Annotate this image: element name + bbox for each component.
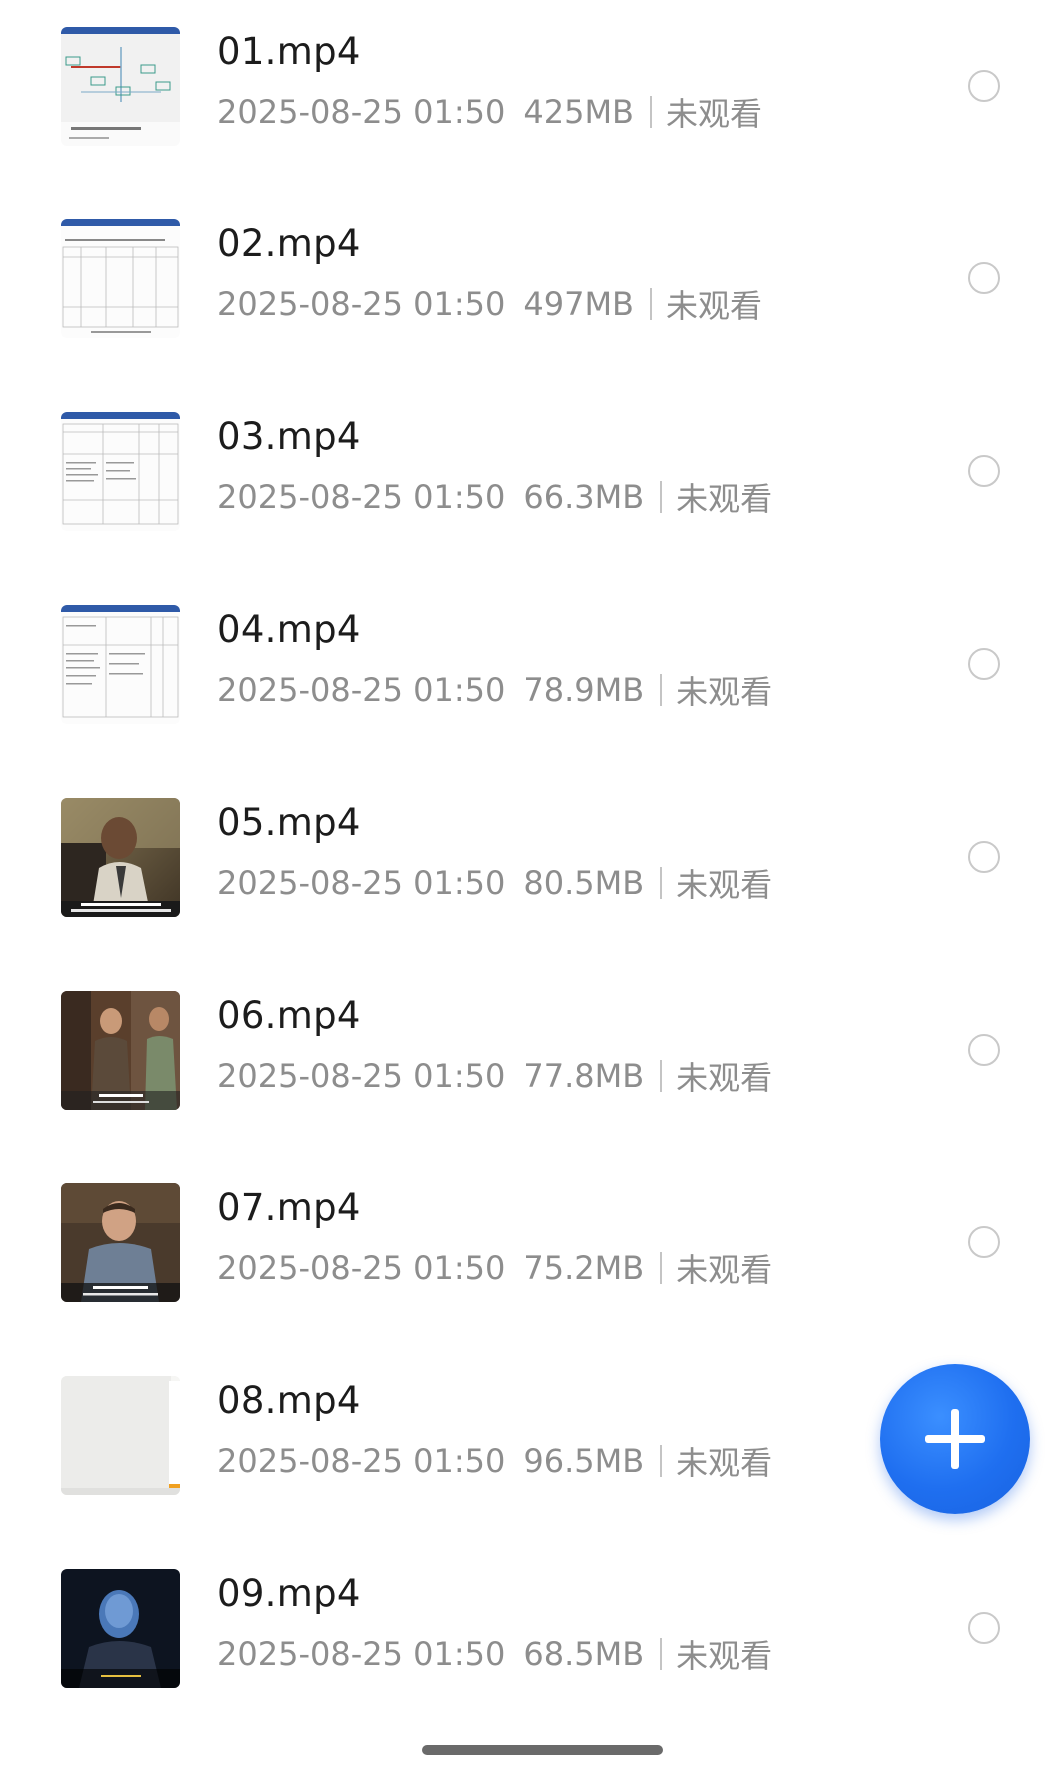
watch-status: 未观看	[676, 480, 773, 518]
meta-divider	[660, 1252, 663, 1284]
select-radio[interactable]	[968, 841, 1000, 873]
watch-status: 未观看	[676, 1444, 773, 1482]
file-meta: 2025-08-25 01:50 78.9MB 未观看	[217, 667, 772, 713]
file-size: 96.5MB	[523, 1442, 645, 1480]
select-radio[interactable]	[968, 648, 1000, 680]
home-indicator[interactable]	[422, 1745, 663, 1755]
file-meta: 2025-08-25 01:50 80.5MB 未观看	[217, 860, 772, 906]
file-meta: 2025-08-25 01:50 96.5MB 未观看	[217, 1438, 772, 1484]
file-size: 77.8MB	[523, 1057, 645, 1095]
file-row[interactable]: 05.mp4 2025-08-25 01:50 80.5MB 未观看	[0, 771, 1050, 963]
add-button[interactable]	[880, 1364, 1030, 1514]
file-list-screen: 01.mp4 2025-08-25 01:50 425MB 未观看 02.mp4…	[0, 0, 1050, 1784]
select-radio[interactable]	[968, 70, 1000, 102]
file-name: 03.mp4	[217, 415, 361, 458]
meta-divider	[650, 288, 652, 320]
file-date: 2025-08-25 01:50	[217, 1057, 506, 1095]
file-date: 2025-08-25 01:50	[217, 1635, 506, 1673]
file-row[interactable]: 06.mp4 2025-08-25 01:50 77.8MB 未观看	[0, 964, 1050, 1156]
file-date: 2025-08-25 01:50	[217, 478, 506, 516]
file-row[interactable]: 04.mp4 2025-08-25 01:50 78.9MB 未观看	[0, 578, 1050, 770]
file-row[interactable]: 09.mp4 2025-08-25 01:50 68.5MB 未观看	[0, 1542, 1050, 1734]
file-meta: 2025-08-25 01:50 66.3MB 未观看	[217, 474, 772, 520]
video-thumbnail	[61, 1376, 180, 1495]
file-row[interactable]: 07.mp4 2025-08-25 01:50 75.2MB 未观看	[0, 1156, 1050, 1348]
file-size: 75.2MB	[523, 1249, 645, 1287]
watch-status: 未观看	[676, 1637, 773, 1675]
select-radio[interactable]	[968, 1034, 1000, 1066]
meta-divider	[650, 96, 652, 128]
video-thumbnail	[61, 991, 180, 1110]
file-meta: 2025-08-25 01:50 77.8MB 未观看	[217, 1053, 772, 1099]
file-date: 2025-08-25 01:50	[217, 864, 506, 902]
file-name: 04.mp4	[217, 608, 361, 651]
file-row[interactable]: 03.mp4 2025-08-25 01:50 66.3MB 未观看	[0, 385, 1050, 577]
select-radio[interactable]	[968, 455, 1000, 487]
meta-divider	[660, 867, 663, 899]
meta-divider	[660, 481, 663, 513]
meta-divider	[660, 674, 663, 706]
video-thumbnail	[61, 1569, 180, 1688]
file-size: 78.9MB	[523, 671, 645, 709]
file-date: 2025-08-25 01:50	[217, 285, 506, 323]
file-row[interactable]: 02.mp4 2025-08-25 01:50 497MB 未观看	[0, 192, 1050, 384]
watch-status: 未观看	[666, 287, 763, 325]
select-radio[interactable]	[968, 1612, 1000, 1644]
meta-divider	[660, 1445, 663, 1477]
watch-status: 未观看	[666, 95, 763, 133]
watch-status: 未观看	[676, 1059, 773, 1097]
file-name: 01.mp4	[217, 30, 361, 73]
watch-status: 未观看	[676, 1251, 773, 1289]
video-thumbnail	[61, 219, 180, 338]
file-date: 2025-08-25 01:50	[217, 1442, 506, 1480]
file-date: 2025-08-25 01:50	[217, 93, 506, 131]
meta-divider	[660, 1638, 663, 1670]
file-size: 66.3MB	[523, 478, 645, 516]
video-thumbnail	[61, 1183, 180, 1302]
video-thumbnail	[61, 798, 180, 917]
video-thumbnail	[61, 412, 180, 531]
file-date: 2025-08-25 01:50	[217, 671, 506, 709]
file-name: 08.mp4	[217, 1379, 361, 1422]
file-name: 07.mp4	[217, 1186, 361, 1229]
file-meta: 2025-08-25 01:50 75.2MB 未观看	[217, 1245, 772, 1291]
file-meta: 2025-08-25 01:50 497MB 未观看	[217, 281, 762, 327]
file-date: 2025-08-25 01:50	[217, 1249, 506, 1287]
file-row[interactable]: 01.mp4 2025-08-25 01:50 425MB 未观看	[0, 0, 1050, 192]
file-name: 05.mp4	[217, 801, 361, 844]
file-size: 425MB	[523, 93, 634, 131]
file-size: 80.5MB	[523, 864, 645, 902]
video-thumbnail	[61, 27, 180, 146]
watch-status: 未观看	[676, 866, 773, 904]
watch-status: 未观看	[676, 673, 773, 711]
file-size: 68.5MB	[523, 1635, 645, 1673]
file-meta: 2025-08-25 01:50 425MB 未观看	[217, 89, 762, 135]
meta-divider	[660, 1060, 663, 1092]
file-size: 497MB	[523, 285, 634, 323]
video-thumbnail	[61, 605, 180, 724]
file-name: 02.mp4	[217, 222, 361, 265]
file-name: 06.mp4	[217, 994, 361, 1037]
select-radio[interactable]	[968, 262, 1000, 294]
file-name: 09.mp4	[217, 1572, 361, 1615]
file-meta: 2025-08-25 01:50 68.5MB 未观看	[217, 1631, 772, 1677]
select-radio[interactable]	[968, 1226, 1000, 1258]
